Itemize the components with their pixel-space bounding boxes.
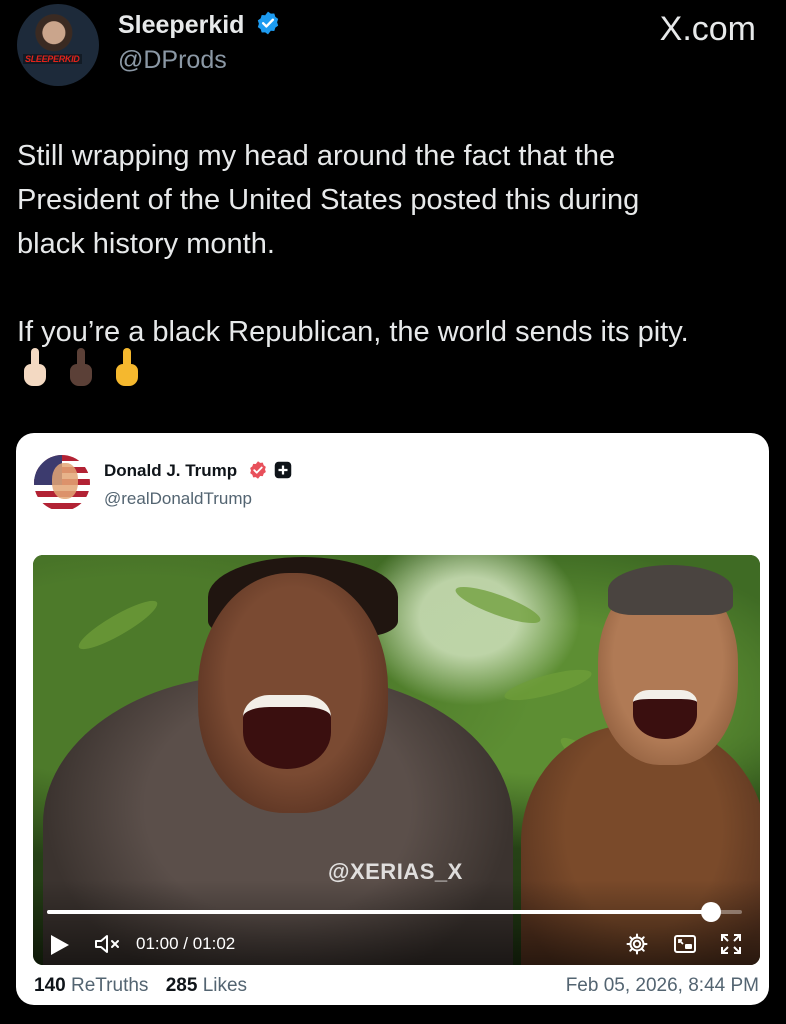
author-handle[interactable]: @DProds <box>118 46 227 75</box>
embedded-author-avatar[interactable] <box>34 455 90 511</box>
likes-stat[interactable]: 285 Likes <box>166 975 247 997</box>
embedded-post-footer: 140 ReTruths 285 Likes Feb 05, 2026, 8:4… <box>34 975 769 997</box>
video-controls: 01:00 / 01:02 <box>33 880 760 965</box>
video-player[interactable]: @XERIAS_X 01:00 / 01:02 <box>33 555 760 965</box>
middle-finger-dark-icon <box>68 348 94 388</box>
embedded-author-name[interactable]: Donald J. Trump <box>104 461 237 481</box>
retruths-stat[interactable]: 140 ReTruths <box>34 975 148 997</box>
source-label: X.com <box>659 10 756 48</box>
post-text-line: black history month. <box>17 228 275 260</box>
author-name[interactable]: Sleeperkid <box>118 11 244 40</box>
embedded-badges <box>248 460 292 480</box>
video-progress-fill <box>47 910 711 914</box>
fullscreen-icon[interactable] <box>719 932 743 956</box>
verified-badge-icon <box>250 461 266 479</box>
embedded-author-handle[interactable]: @realDonaldTrump <box>104 489 252 509</box>
picture-in-picture-icon[interactable] <box>673 932 697 956</box>
post-text-line: President of the United States posted th… <box>17 184 640 216</box>
retruths-count: 140 <box>34 975 66 996</box>
video-time: 01:00 / 01:02 <box>136 934 236 953</box>
verified-badge-icon <box>255 10 281 41</box>
play-icon[interactable] <box>51 935 69 955</box>
middle-finger-light-icon <box>22 348 48 388</box>
author-avatar[interactable]: SLEEPERKID <box>17 4 99 86</box>
likes-label: Likes <box>202 975 248 996</box>
video-progress-handle[interactable] <box>700 902 721 922</box>
volume-muted-icon[interactable] <box>93 932 123 956</box>
post-text-line: Still wrapping my head around the fact t… <box>17 140 616 172</box>
video-progress-bar[interactable] <box>47 910 742 914</box>
post-header: SLEEPERKID Sleeperkid @DProds X.com <box>0 0 786 100</box>
likes-count: 285 <box>165 975 198 996</box>
emoji-row <box>22 348 140 388</box>
plus-badge-icon <box>274 461 292 479</box>
embedded-post-card[interactable]: Donald J. Trump @realDonaldTrump @XERIAS… <box>16 433 769 1005</box>
avatar-logo-text: SLEEPERKID <box>23 54 82 64</box>
post-date: Feb 05, 2026, 8:44 PM <box>565 975 759 996</box>
middle-finger-yellow-icon <box>114 348 140 388</box>
gear-icon[interactable] <box>625 932 649 956</box>
retruths-label: ReTruths <box>70 975 149 996</box>
post-text: Still wrapping my head around the fact t… <box>17 134 777 354</box>
author-name-row: Sleeperkid <box>118 10 281 41</box>
